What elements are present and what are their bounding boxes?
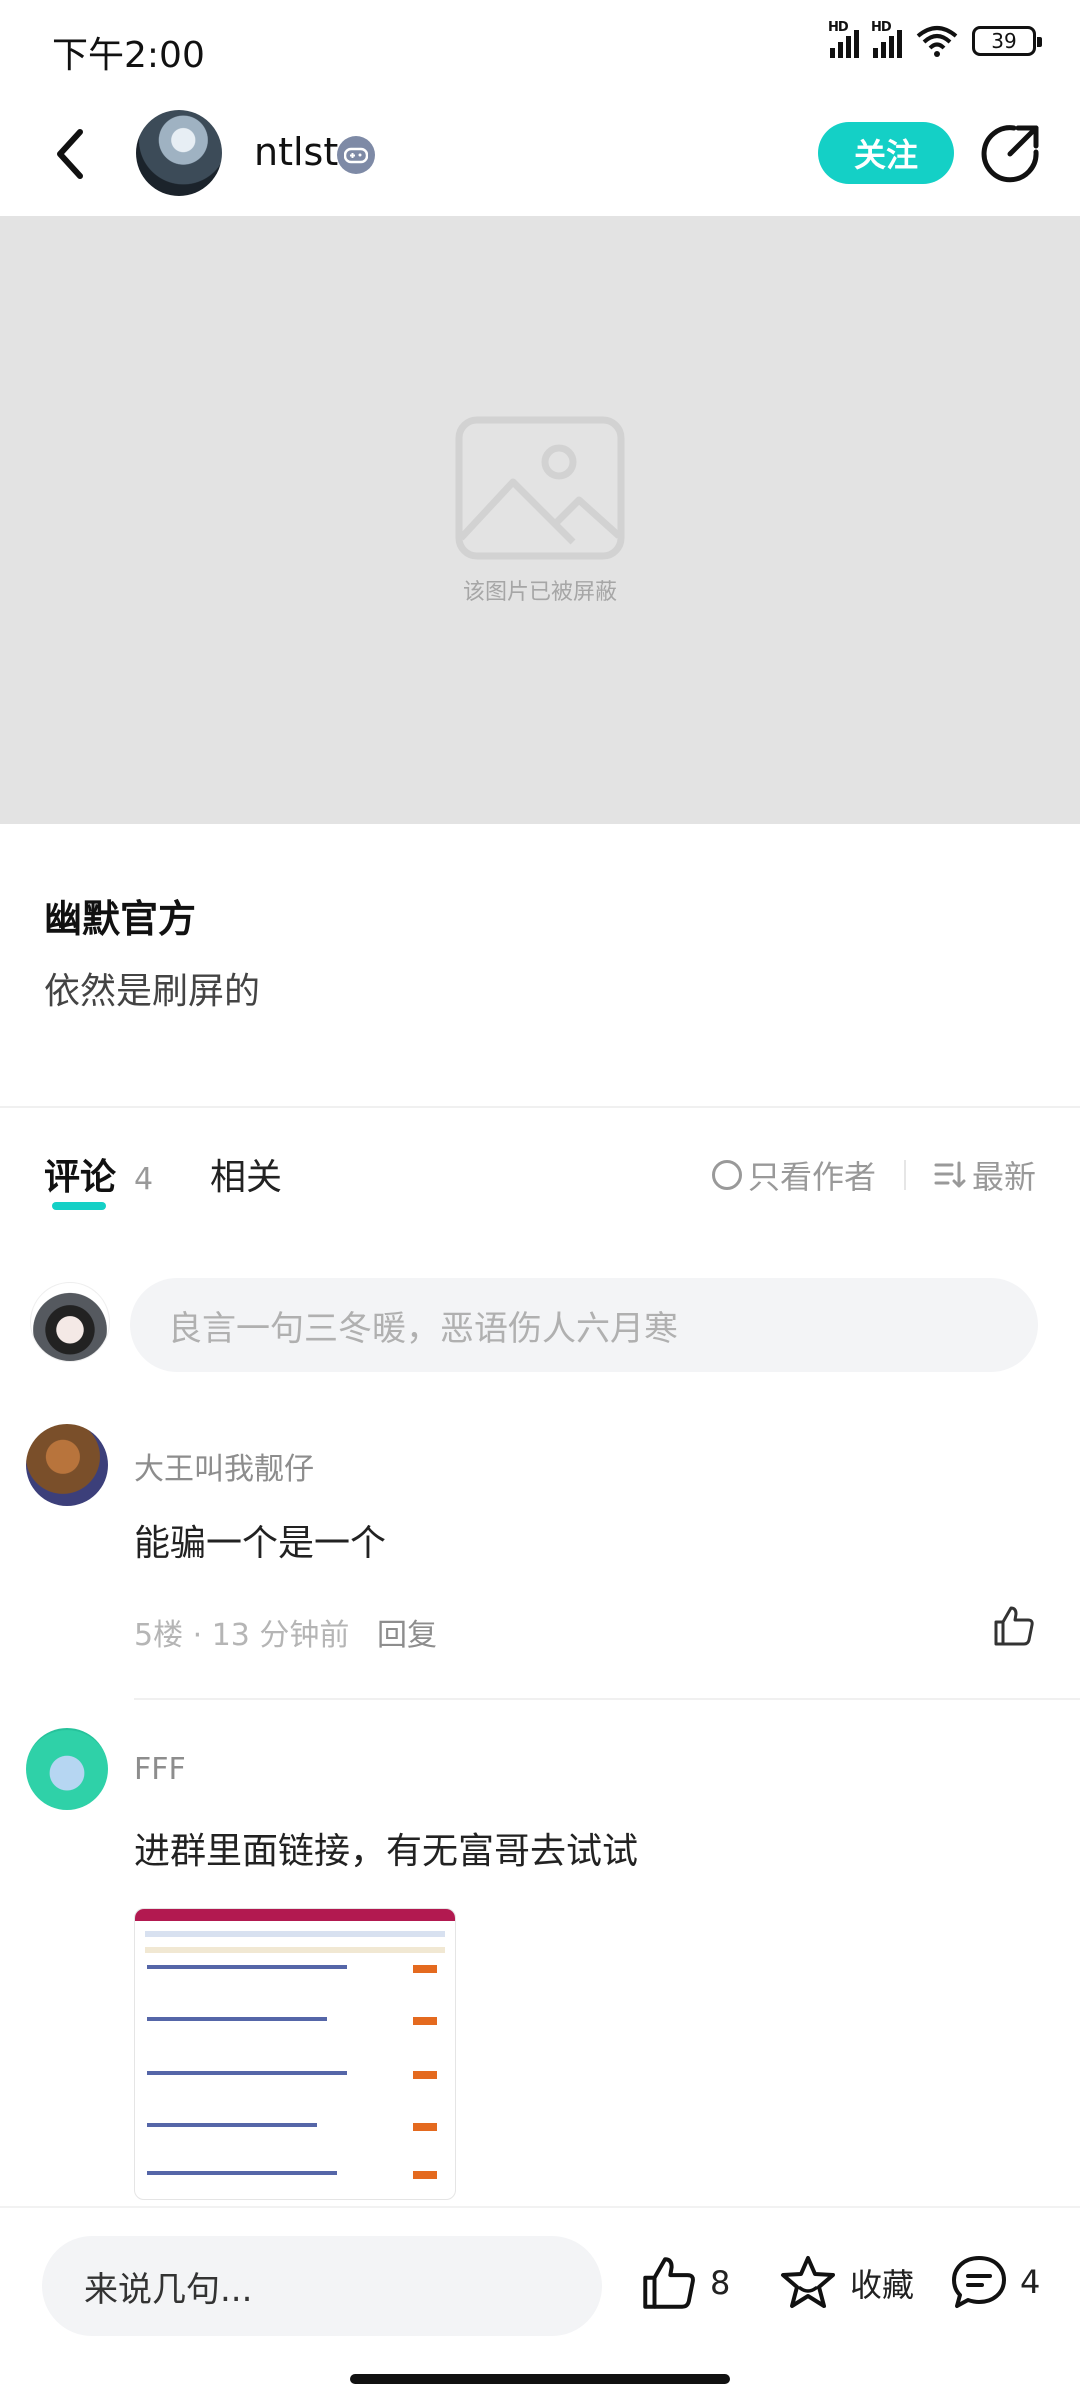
back-button[interactable] xyxy=(40,124,100,184)
favorite-label: 收藏 xyxy=(850,2266,915,2304)
like-button[interactable]: 8 xyxy=(640,2254,730,2312)
image-placeholder-icon xyxy=(455,416,625,560)
signal-hd-label: HD xyxy=(871,20,892,35)
comment-meta: 5楼 · 13 分钟前 回复 xyxy=(134,1610,437,1654)
battery-level: 39 xyxy=(991,29,1017,53)
status-icons: HD HD 39 xyxy=(828,20,1042,58)
sort-button[interactable]: 最新 xyxy=(934,1152,1036,1198)
thumbs-up-icon xyxy=(643,2257,695,2309)
comment-attachment-image[interactable] xyxy=(134,1908,456,2200)
comment-floor-time: 5楼 · 13 分钟前 xyxy=(134,1618,350,1653)
bottom-action-bar: 来说几句... 8 收藏 4 xyxy=(0,2206,1080,2400)
favorite-button[interactable]: 收藏 xyxy=(778,2254,914,2312)
post-title: 幽默官方 xyxy=(44,897,197,941)
say-something-input[interactable]: 来说几句... xyxy=(42,2236,602,2336)
comment-text: 进群里面链接，有无富哥去试试 xyxy=(134,1831,639,1872)
comment-input-placeholder: 良言一句三冬暖，恶语伤人六月寒 xyxy=(168,1308,678,1349)
comment-tabs: 评论 4 相关 只看作者 最新 xyxy=(0,1140,1080,1210)
comment-input[interactable]: 良言一句三冬暖，恶语伤人六月寒 xyxy=(130,1278,1038,1372)
home-indicator[interactable] xyxy=(350,2374,730,2384)
comment-avatar[interactable] xyxy=(26,1424,108,1506)
divider xyxy=(0,1106,1080,1108)
radio-circle-icon xyxy=(712,1160,742,1190)
comment-username[interactable]: FFF xyxy=(134,1752,186,1787)
follow-button[interactable]: 关注 xyxy=(818,122,954,184)
tab-comments[interactable]: 评论 4 xyxy=(44,1148,154,1210)
author-name[interactable]: ntlst xyxy=(254,130,338,174)
signal-icon: HD xyxy=(871,20,902,58)
status-bar: 下午2:00 HD HD 39 xyxy=(0,0,1080,92)
author-only-label: 只看作者 xyxy=(748,1158,877,1196)
divider xyxy=(134,1698,1080,1700)
comment-username[interactable]: 大王叫我靓仔 xyxy=(134,1444,314,1488)
tab-related[interactable]: 相关 xyxy=(210,1148,282,1200)
tab-active-indicator xyxy=(52,1202,106,1210)
sort-icon xyxy=(934,1161,966,1188)
comment-like-button[interactable] xyxy=(992,1604,1036,1648)
comment-text: 能骗一个是一个 xyxy=(134,1523,387,1564)
like-count: 8 xyxy=(710,2264,731,2302)
author-only-toggle[interactable]: 只看作者 xyxy=(712,1152,876,1198)
post-body: 依然是刷屏的 xyxy=(44,971,261,1012)
share-button[interactable] xyxy=(978,122,1042,186)
comment-avatar[interactable] xyxy=(26,1728,108,1810)
battery-icon: 39 xyxy=(972,26,1042,56)
star-icon xyxy=(781,2256,835,2308)
wifi-icon xyxy=(916,26,958,57)
signal-hd-label: HD xyxy=(828,20,849,35)
blocked-image-text: 该图片已被屏蔽 xyxy=(462,580,617,605)
author-avatar[interactable] xyxy=(136,110,222,196)
post-header: ntlst 关注 xyxy=(0,100,1080,210)
blocked-image-placeholder: 该图片已被屏蔽 xyxy=(440,416,640,606)
signal-icon: HD xyxy=(828,20,859,58)
back-icon xyxy=(57,129,83,179)
comment-button[interactable]: 4 xyxy=(950,2254,1040,2310)
comment-count: 4 xyxy=(1020,2263,1041,2301)
blocked-image: 该图片已被屏蔽 xyxy=(0,216,1080,824)
comment-bubble-icon xyxy=(952,2256,1006,2308)
game-badge-icon xyxy=(337,136,375,174)
sort-label: 最新 xyxy=(972,1158,1037,1196)
thumbs-up-icon xyxy=(994,1606,1034,1646)
tab-comments-label: 评论 xyxy=(44,1148,116,1210)
reply-button[interactable]: 回复 xyxy=(377,1618,437,1653)
my-avatar xyxy=(30,1282,110,1362)
divider xyxy=(904,1160,906,1190)
say-something-placeholder: 来说几句... xyxy=(84,2269,253,2310)
share-icon xyxy=(981,125,1039,183)
tab-comments-count: 4 xyxy=(134,1162,154,1197)
status-time: 下午2:00 xyxy=(52,35,205,76)
